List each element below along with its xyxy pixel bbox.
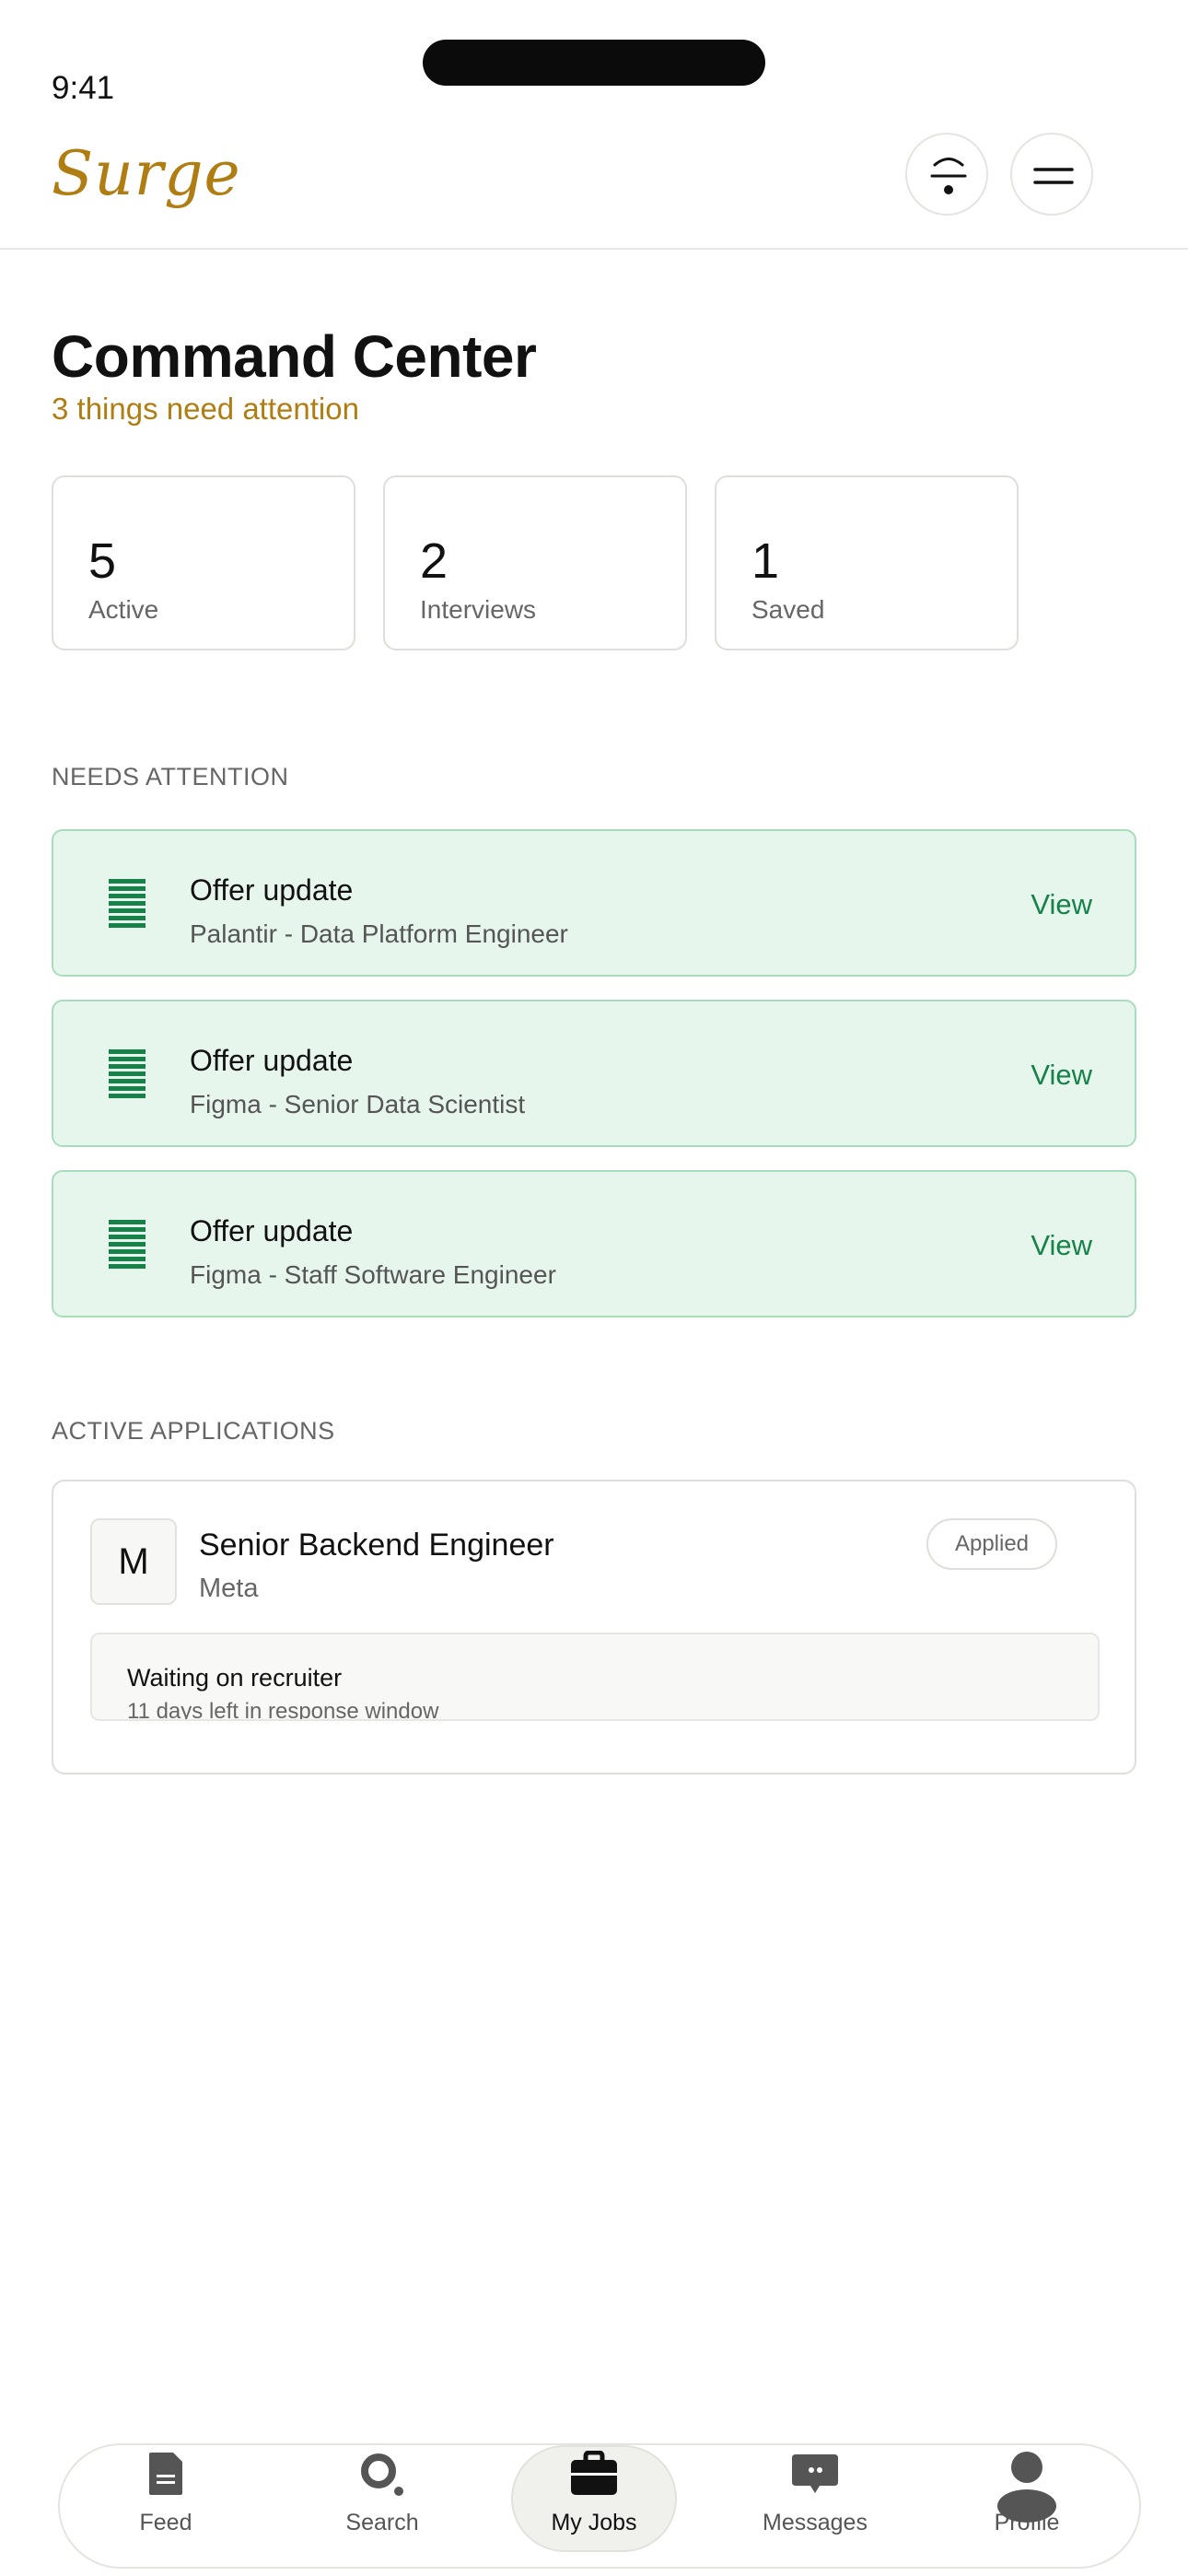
menu-icon [1033,168,1074,184]
application-company: Meta [199,1574,259,1603]
tab-search[interactable]: Search [327,2445,437,2567]
attention-summary: 3 things need attention [52,392,359,426]
attention-item[interactable]: Offer update Figma - Staff Software Engi… [52,1170,1136,1317]
stat-card-interviews[interactable]: 2 Interviews [383,475,687,650]
attention-item-title: Offer update [190,873,354,907]
stat-card-active[interactable]: 5 Active [52,475,355,650]
tab-profile[interactable]: Profile [972,2445,1082,2567]
application-job-title: Senior Backend Engineer [199,1528,554,1563]
search-icon [361,2453,403,2496]
application-status-box: Waiting on recruiter 11 days left in res… [90,1633,1100,1721]
briefcase-icon [571,2451,617,2495]
tab-label: My Jobs [551,2510,637,2535]
filter-button[interactable] [905,133,988,216]
document-icon [109,1049,146,1098]
attention-item-title: Offer update [190,1214,354,1247]
stat-label: Active [88,595,159,624]
stat-value: 5 [88,533,117,589]
view-button[interactable]: View [1031,1229,1092,1262]
attention-item-subtitle: Palantir - Data Platform Engineer [190,919,568,948]
tab-messages[interactable]: Messages [751,2445,879,2567]
stat-label: Saved [751,595,825,624]
application-card[interactable]: M Senior Backend Engineer Meta Applied W… [52,1480,1136,1774]
feed-icon [149,2453,182,2495]
status-bar-time: 9:41 [52,70,115,106]
section-label-needs-attention: NEEDS ATTENTION [52,763,289,790]
view-button[interactable]: View [1031,1059,1092,1092]
stat-card-saved[interactable]: 1 Saved [715,475,1019,650]
application-status-detail: 11 days left in response window [127,1699,439,1721]
tab-label: Profile [994,2510,1060,2535]
stat-value: 2 [420,533,448,589]
view-button[interactable]: View [1031,888,1092,921]
attention-item-title: Offer update [190,1044,354,1077]
attention-item-subtitle: Figma - Staff Software Engineer [190,1260,556,1289]
attention-item-subtitle: Figma - Senior Data Scientist [190,1090,526,1118]
stat-label: Interviews [420,595,537,624]
tab-label: Feed [139,2510,192,2535]
section-label-active-applications: ACTIVE APPLICATIONS [52,1417,335,1445]
stat-value: 1 [751,533,780,589]
document-icon [109,1220,146,1269]
tab-label: Search [345,2510,419,2535]
app-header: Surge [0,129,1188,250]
tab-feed[interactable]: Feed [115,2445,216,2567]
document-icon [109,879,146,928]
messages-icon [792,2454,838,2493]
bottom-tab-bar: Feed Search My Jobs Messages Profile [58,2443,1141,2569]
dynamic-island [423,40,765,86]
attention-item[interactable]: Offer update Palantir - Data Platform En… [52,829,1136,977]
status-badge: Applied [926,1518,1057,1570]
filter-icon [930,158,967,194]
page-title: Command Center [52,323,537,390]
tab-label: Messages [763,2510,868,2535]
application-status-title: Waiting on recruiter [127,1664,343,1692]
company-logo: M [90,1518,177,1605]
app-logo[interactable]: Surge [52,138,241,209]
menu-button[interactable] [1010,133,1093,216]
attention-item[interactable]: Offer update Figma - Senior Data Scienti… [52,1000,1136,1147]
tab-my-jobs[interactable]: My Jobs [511,2445,677,2567]
